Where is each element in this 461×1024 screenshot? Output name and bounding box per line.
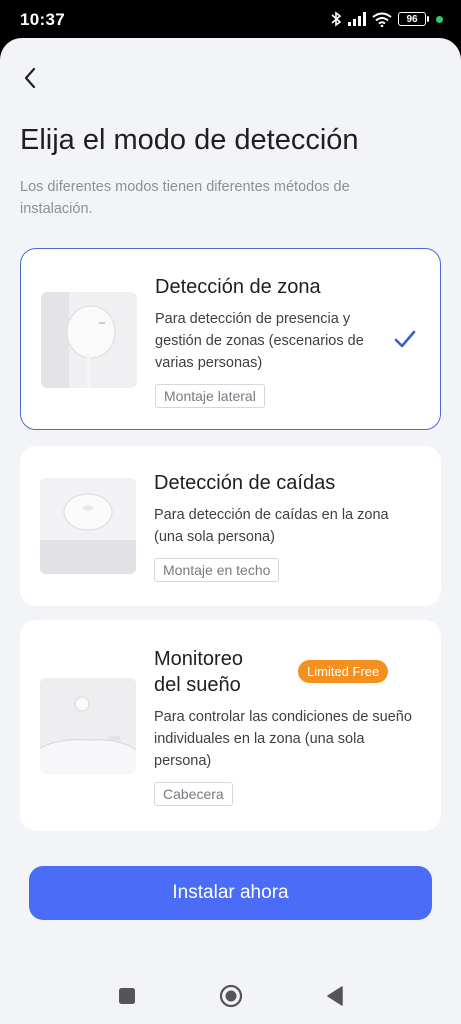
card-body: Detección de zona Para detección de pres… xyxy=(155,274,385,408)
mode-tag: Montaje en techo xyxy=(154,558,280,582)
mode-tag: Cabecera xyxy=(154,782,233,806)
status-icons: 96 xyxy=(330,9,443,29)
nav-home-icon xyxy=(219,984,242,1007)
battery-icon: 96 xyxy=(398,12,429,26)
back-arrow-icon xyxy=(24,67,36,89)
mode-card-sleep-monitoring[interactable]: Monitoreo del sueño Para controlar las c… xyxy=(20,620,441,831)
limited-free-badge: Limited Free xyxy=(298,660,389,683)
mode-description: Para detección de caídas en la zona (una… xyxy=(154,507,389,545)
nav-recents-button[interactable] xyxy=(113,982,141,1010)
status-time: 10:37 xyxy=(20,10,65,29)
screen: Elija el modo de detección Los diferente… xyxy=(0,38,461,967)
mode-description: Para controlar las condiciones de sueño … xyxy=(154,709,412,769)
nav-square-icon xyxy=(118,987,135,1004)
nav-home-button[interactable] xyxy=(217,982,245,1010)
nav-back-icon xyxy=(326,985,343,1006)
mode-tag: Montaje lateral xyxy=(155,384,265,408)
mode-card-zone-detection[interactable]: Detección de zona Para detección de pres… xyxy=(20,248,441,430)
sleep-sensor-image xyxy=(40,678,136,774)
privacy-indicator-dot xyxy=(436,15,443,23)
bluetooth-icon xyxy=(331,11,342,27)
page-subtitle: Los diferentes modos tienen diferentes m… xyxy=(20,179,350,217)
mode-title: Detección de caídas xyxy=(154,472,336,494)
back-button[interactable] xyxy=(14,62,46,94)
page-title: Elija el modo de detección xyxy=(20,124,359,156)
nav-back-button[interactable] xyxy=(321,982,349,1010)
status-bar: 10:37 96 xyxy=(0,0,461,38)
fall-sensor-image xyxy=(40,478,136,574)
mode-card-fall-detection[interactable]: Detección de caídas Para detección de ca… xyxy=(20,446,441,606)
zone-sensor-image xyxy=(41,292,137,388)
system-nav-bar xyxy=(0,967,461,1024)
signal-icon xyxy=(348,12,366,26)
wifi-icon xyxy=(372,12,392,27)
card-body: Detección de caídas Para detección de ca… xyxy=(154,470,414,582)
mode-title: Detección de zona xyxy=(155,276,321,298)
mode-description: Para detección de presencia y gestión de… xyxy=(155,311,364,371)
checkmark-icon xyxy=(394,330,416,348)
install-now-button[interactable]: Instalar ahora xyxy=(29,866,432,920)
